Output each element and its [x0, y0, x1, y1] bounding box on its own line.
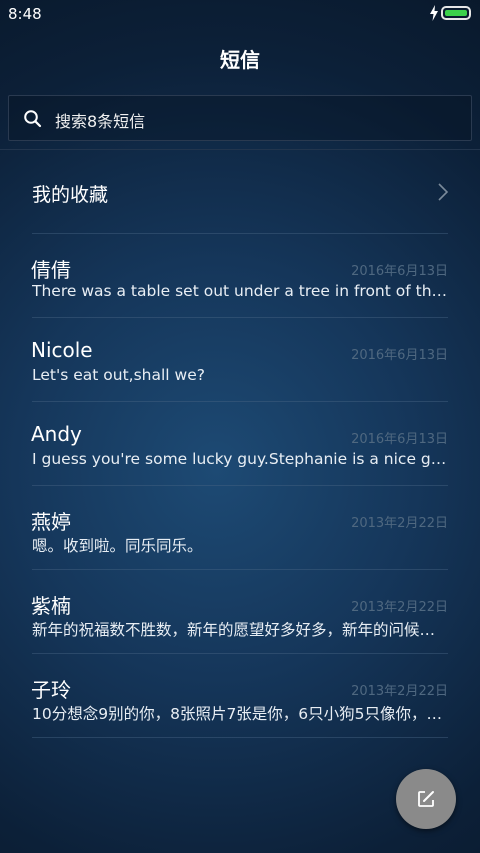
message-preview: 10分想念9别的你，8张照片7张是你，6只小狗5只像你，4季都想你: [32, 705, 448, 723]
message-thread[interactable]: 子玲 2013年2月22日 10分想念9别的你，8张照片7张是你，6只小狗5只像…: [0, 654, 480, 738]
favorites-label: 我的收藏: [32, 184, 109, 206]
chevron-right-icon: [438, 183, 449, 201]
status-bar: 8:48: [0, 0, 480, 28]
contact-name: 子玲: [31, 678, 71, 702]
page-title: 短信: [220, 48, 260, 72]
compose-icon: [418, 791, 434, 807]
search-icon: [24, 110, 42, 128]
status-time: 8:48: [8, 5, 42, 23]
thread-date: 2016年6月13日: [351, 348, 448, 363]
search-input[interactable]: 搜索8条短信: [8, 95, 472, 141]
thread-date: 2016年6月13日: [351, 432, 448, 447]
message-preview: I guess you're some lucky guy.Stephanie …: [32, 450, 448, 468]
favorites-row[interactable]: 我的收藏: [0, 150, 480, 234]
battery-level: [445, 10, 467, 16]
divider: [32, 737, 448, 738]
search-placeholder: 搜索8条短信: [55, 112, 146, 131]
thread-date: 2013年2月22日: [351, 684, 448, 699]
message-thread[interactable]: 紫楠 2013年2月22日 新年的祝福数不胜数，新年的愿望好多好多，新年的问候送…: [0, 570, 480, 654]
message-preview: Let's eat out,shall we?: [32, 366, 205, 384]
message-preview: There was a table set out under a tree i…: [32, 282, 448, 300]
message-preview: 新年的祝福数不胜数，新年的愿望好多好多，新年的问候送给你: [32, 621, 448, 639]
message-thread[interactable]: 燕婷 2013年2月22日 嗯。收到啦。同乐同乐。: [0, 486, 480, 570]
charging-icon: [430, 5, 438, 21]
contact-name: Nicole: [31, 338, 93, 362]
thread-date: 2013年2月22日: [351, 516, 448, 531]
message-thread[interactable]: Andy 2016年6月13日 I guess you're some luck…: [0, 402, 480, 486]
thread-date: 2016年6月13日: [351, 264, 448, 279]
contact-name: 倩倩: [31, 258, 71, 282]
message-thread[interactable]: 倩倩 2016年6月13日 There was a table set out …: [0, 234, 480, 318]
compose-button[interactable]: [396, 769, 456, 829]
battery-icon: [441, 6, 471, 20]
contact-name: 紫楠: [31, 594, 71, 618]
message-preview: 嗯。收到啦。同乐同乐。: [32, 537, 203, 555]
thread-date: 2013年2月22日: [351, 600, 448, 615]
contact-name: Andy: [31, 422, 82, 446]
message-thread[interactable]: Nicole 2016年6月13日 Let's eat out,shall we…: [0, 318, 480, 402]
contact-name: 燕婷: [31, 510, 71, 534]
